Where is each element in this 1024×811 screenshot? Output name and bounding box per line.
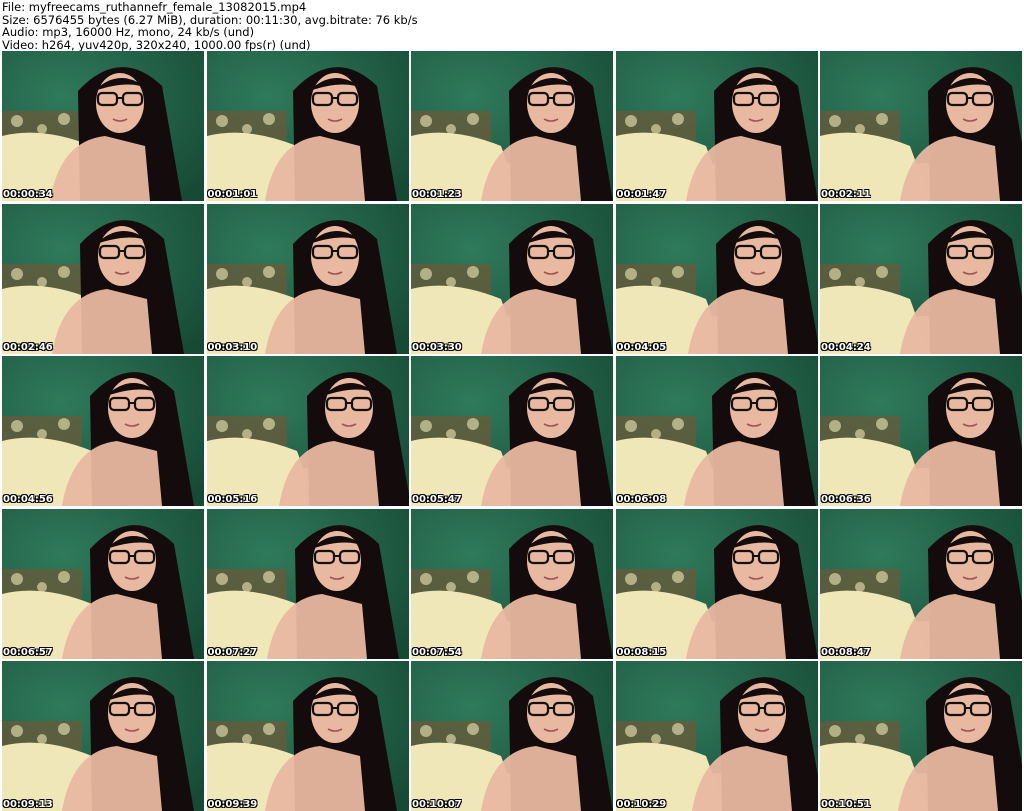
thumbnail-frame: 00:06:57 xyxy=(2,508,204,659)
webcam-frame-image xyxy=(615,508,818,659)
thumbnail-timestamp: 00:04:56 xyxy=(3,494,53,505)
thumbnail-timestamp: 00:00:34 xyxy=(3,189,53,200)
thumbnail-timestamp: 00:04:05 xyxy=(616,341,667,353)
thumbnail-frame: 00:06:36 xyxy=(820,356,1022,506)
thumbnail-timestamp: 00:06:57 xyxy=(3,646,53,658)
audio-info-line: Audio: mp3, 16000 Hz, mono, 24 kb/s (und… xyxy=(2,25,255,39)
thumbnail-frame: 00:04:56 xyxy=(2,356,204,506)
thumbnail-frame: 00:09:39 xyxy=(206,661,409,811)
file-name-line: File: myfreecams_ruthannefr_female_13082… xyxy=(2,0,307,14)
thumbnail-timestamp: 00:02:46 xyxy=(3,341,53,353)
webcam-frame-image xyxy=(615,51,818,201)
webcam-frame-image xyxy=(2,661,204,811)
webcam-frame-image xyxy=(206,203,409,354)
webcam-frame-image xyxy=(615,203,818,354)
webcam-frame-image xyxy=(2,356,204,506)
thumbnail-frame: 00:03:30 xyxy=(411,203,613,354)
thumbnail-frame: 00:05:47 xyxy=(411,356,613,506)
thumbnail-timestamp: 00:05:47 xyxy=(412,494,462,505)
webcam-frame-image xyxy=(820,356,1022,506)
thumbnail-timestamp: 00:08:47 xyxy=(821,646,871,658)
webcam-frame-image xyxy=(2,51,204,201)
thumbnail-frame: 00:02:11 xyxy=(820,51,1022,201)
webcam-frame-image xyxy=(411,203,613,354)
thumbnail-frame: 00:07:27 xyxy=(206,508,409,659)
thumbnail-frame: 00:00:34 xyxy=(2,51,204,201)
thumbnail-grid: 00:00:34 00:01:01 00:01:23 00:01:47 00:02:11… xyxy=(2,51,1022,811)
webcam-frame-image xyxy=(820,51,1022,201)
thumbnail-timestamp: 00:04:24 xyxy=(821,341,871,353)
thumbnail-timestamp: 00:10:29 xyxy=(616,799,667,810)
thumbnail-frame: 00:10:29 xyxy=(615,661,818,811)
thumbnail-timestamp: 00:09:39 xyxy=(207,799,258,810)
thumbnail-frame: 00:02:46 xyxy=(2,203,204,354)
thumbnail-frame: 00:04:24 xyxy=(820,203,1022,354)
webcam-frame-image xyxy=(411,661,613,811)
thumbnail-timestamp: 00:09:13 xyxy=(3,799,53,810)
webcam-frame-image xyxy=(206,508,409,659)
thumbnail-frame: 00:04:05 xyxy=(615,203,818,354)
thumbnail-frame: 00:09:13 xyxy=(2,661,204,811)
thumbnail-timestamp: 00:02:11 xyxy=(821,189,871,200)
thumbnail-frame: 00:08:47 xyxy=(820,508,1022,659)
thumbnail-frame: 00:03:10 xyxy=(206,203,409,354)
thumbnail-timestamp: 00:07:27 xyxy=(207,646,258,658)
webcam-frame-image xyxy=(206,356,409,506)
thumbnail-frame: 00:07:54 xyxy=(411,508,613,659)
thumbnail-frame: 00:01:23 xyxy=(411,51,613,201)
thumbnail-frame: 00:08:15 xyxy=(615,508,818,659)
webcam-frame-image xyxy=(820,508,1022,659)
thumbnail-timestamp: 00:01:47 xyxy=(616,189,667,200)
webcam-frame-image xyxy=(820,203,1022,354)
thumbnail-frame: 00:01:47 xyxy=(615,51,818,201)
thumbnail-timestamp: 00:08:15 xyxy=(616,646,667,658)
webcam-frame-image xyxy=(411,51,613,201)
thumbnail-frame: 00:06:08 xyxy=(615,356,818,506)
webcam-frame-image xyxy=(411,508,613,659)
file-info-header: File: myfreecams_ruthannefr_female_13082… xyxy=(0,0,1024,51)
webcam-frame-image xyxy=(411,356,613,506)
thumbnail-timestamp: 00:01:23 xyxy=(412,189,462,200)
webcam-frame-image xyxy=(615,356,818,506)
thumbnail-timestamp: 00:05:16 xyxy=(207,494,258,505)
video-info-line: Video: h264, yuv420p, 320x240, 1000.00 f… xyxy=(2,37,311,52)
thumbnail-timestamp: 00:01:01 xyxy=(207,189,258,200)
thumbnail-frame: 00:01:01 xyxy=(206,51,409,201)
thumbnail-timestamp: 00:07:54 xyxy=(412,646,462,658)
webcam-frame-image xyxy=(2,203,204,354)
webcam-frame-image xyxy=(206,661,409,811)
webcam-frame-image xyxy=(206,51,409,201)
thumbnail-timestamp: 00:03:10 xyxy=(207,341,258,353)
thumbnail-frame: 00:05:16 xyxy=(206,356,409,506)
webcam-frame-image xyxy=(2,508,204,659)
thumbnail-frame: 00:10:07 xyxy=(411,661,613,811)
webcam-frame-image xyxy=(820,661,1022,811)
thumbnail-timestamp: 00:06:36 xyxy=(821,494,871,505)
webcam-frame-image xyxy=(615,661,818,811)
thumbnail-timestamp: 00:10:07 xyxy=(412,799,462,810)
thumbnail-timestamp: 00:03:30 xyxy=(412,341,462,353)
thumbnail-timestamp: 00:10:51 xyxy=(821,799,871,810)
thumbnail-frame: 00:10:51 xyxy=(820,661,1022,811)
thumbnail-timestamp: 00:06:08 xyxy=(616,494,667,505)
